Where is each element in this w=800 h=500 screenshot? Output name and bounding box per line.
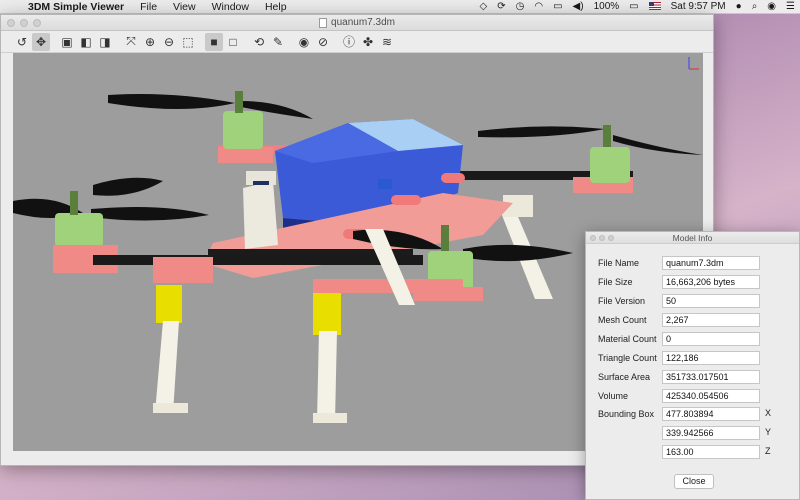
view-side-icon[interactable]: ◧ (77, 33, 95, 51)
zoom-in-icon[interactable]: ⊕ (141, 33, 159, 51)
battery-icon[interactable]: ▭ (624, 1, 643, 12)
dropbox-icon[interactable]: ◇ (475, 1, 493, 12)
zoom-out-icon[interactable]: ⊖ (160, 33, 178, 51)
toolbar: ↺ ✥ ▣ ◧ ◨ ⤧ ⊕ ⊖ ⬚ ■ □ ⟲ ✎ ◉ ⊘ ⓘ ✤ ≋ (1, 31, 713, 53)
file-size-row: File Size (598, 275, 663, 289)
orbit-tool-icon[interactable]: ↺ (13, 33, 31, 51)
battery-percent[interactable]: 100% (589, 1, 625, 12)
bounding-box-x-label: X (765, 408, 772, 418)
view-front-icon[interactable]: ▣ (58, 33, 76, 51)
bounding-box-z-label: Z (765, 446, 771, 456)
triangle-count-field[interactable]: 122,186 (662, 351, 760, 365)
airplay-icon[interactable]: ▭ (548, 1, 567, 12)
zoom-extents-icon[interactable]: ⤧ (122, 33, 140, 51)
close-button[interactable]: Close (674, 474, 714, 489)
minimize-window-button[interactable] (20, 19, 28, 27)
time-machine-icon[interactable]: ◷ (511, 1, 530, 12)
propeller-front-left (13, 198, 209, 221)
notification-center-icon[interactable]: ☰ (781, 1, 800, 12)
bounding-box-x-field[interactable]: 477.803894 (662, 407, 760, 421)
menu-window[interactable]: Window (204, 1, 257, 13)
menu-bar: 3DM Simple Viewer File View Window Help … (0, 0, 800, 14)
spotlight-search-icon[interactable]: ⌕ (747, 1, 763, 12)
axis-indicator (688, 57, 699, 70)
zoom-window-button[interactable] (33, 19, 41, 27)
clock[interactable]: Sat 9:57 PM (666, 1, 731, 12)
panel-zoom-dot[interactable] (608, 235, 614, 241)
triangle-count-row: Triangle Count (598, 351, 663, 365)
file-version-label: File Version (598, 296, 646, 306)
objects-icon[interactable]: ✤ (359, 33, 377, 51)
file-version-row: File Version (598, 294, 663, 308)
surface-area-row: Surface Area (598, 370, 663, 384)
bounding-box-label: Bounding Box (598, 409, 655, 419)
info-icon[interactable]: ⓘ (340, 33, 358, 51)
volume-row: Volume (598, 389, 663, 403)
shaded-mode-icon[interactable]: ■ (205, 32, 223, 51)
model-info-panel: Model Info File Name quanum7.3dm File Si… (585, 231, 800, 500)
mesh-count-field[interactable]: 2,267 (662, 313, 760, 327)
user-icon[interactable]: ● (731, 1, 747, 12)
layers-icon[interactable]: ≋ (378, 33, 396, 51)
wireframe-mode-icon[interactable]: □ (224, 33, 242, 51)
window-controls (7, 19, 41, 27)
show-objects-icon[interactable]: ◉ (295, 33, 313, 51)
menu-help[interactable]: Help (257, 1, 295, 13)
file-name-row: File Name (598, 256, 663, 270)
surface-area-label: Surface Area (598, 372, 651, 382)
bounding-box-z-field[interactable]: 163.00 (662, 445, 760, 459)
zoom-window-icon[interactable]: ⬚ (179, 33, 197, 51)
material-count-field[interactable]: 0 (662, 332, 760, 346)
volume-field[interactable]: 425340.054506 (662, 389, 760, 403)
measure-icon[interactable]: ✎ (269, 33, 287, 51)
file-name-label: File Name (598, 258, 640, 268)
document-icon (319, 17, 328, 28)
hide-objects-icon[interactable]: ⊘ (314, 33, 332, 51)
material-count-row: Material Count (598, 332, 663, 346)
window-title: quanum7.3dm (331, 17, 395, 28)
model-info-titlebar[interactable]: Model Info (586, 232, 799, 244)
sync-icon[interactable]: ⟳ (492, 1, 510, 12)
rotate-view-icon[interactable]: ⟲ (250, 33, 268, 51)
panel-minimize-dot[interactable] (599, 235, 605, 241)
flag-icon[interactable] (644, 1, 666, 12)
close-window-button[interactable] (7, 19, 15, 27)
file-size-label: File Size (598, 277, 633, 287)
surface-area-field[interactable]: 351733.017501 (662, 370, 760, 384)
model-info-title: Model Info (672, 233, 713, 243)
pan-tool-icon[interactable]: ✥ (32, 32, 50, 51)
file-version-field[interactable]: 50 (662, 294, 760, 308)
menu-view[interactable]: View (165, 1, 204, 13)
volume-label: Volume (598, 391, 629, 401)
mesh-count-label: Mesh Count (598, 315, 647, 325)
file-size-field[interactable]: 16,663,206 bytes (662, 275, 760, 289)
mesh-count-row: Mesh Count (598, 313, 663, 327)
volume-icon[interactable]: ◀) (568, 1, 589, 12)
view-top-icon[interactable]: ◨ (96, 33, 114, 51)
panel-close-dot[interactable] (590, 235, 596, 241)
menu-file[interactable]: File (132, 1, 165, 13)
bounding-box-y-field[interactable]: 339.942566 (662, 426, 760, 440)
window-titlebar[interactable]: quanum7.3dm (1, 15, 713, 31)
status-area: ◇ ⟳ ◷ ◠ ▭ ◀) 100% ▭ Sat 9:57 PM ● ⌕ ◉ ☰ (475, 0, 800, 14)
triangle-count-label: Triangle Count (598, 353, 657, 363)
bounding-box-row: Bounding Box (598, 407, 663, 421)
bounding-box-y-label: Y (765, 427, 772, 437)
menu-app-name[interactable]: 3DM Simple Viewer (22, 1, 132, 13)
file-name-field[interactable]: quanum7.3dm (662, 256, 760, 270)
wifi-icon[interactable]: ◠ (529, 1, 548, 12)
propeller-back-left (108, 94, 313, 119)
siri-icon[interactable]: ◉ (762, 1, 781, 12)
material-count-label: Material Count (598, 334, 657, 344)
